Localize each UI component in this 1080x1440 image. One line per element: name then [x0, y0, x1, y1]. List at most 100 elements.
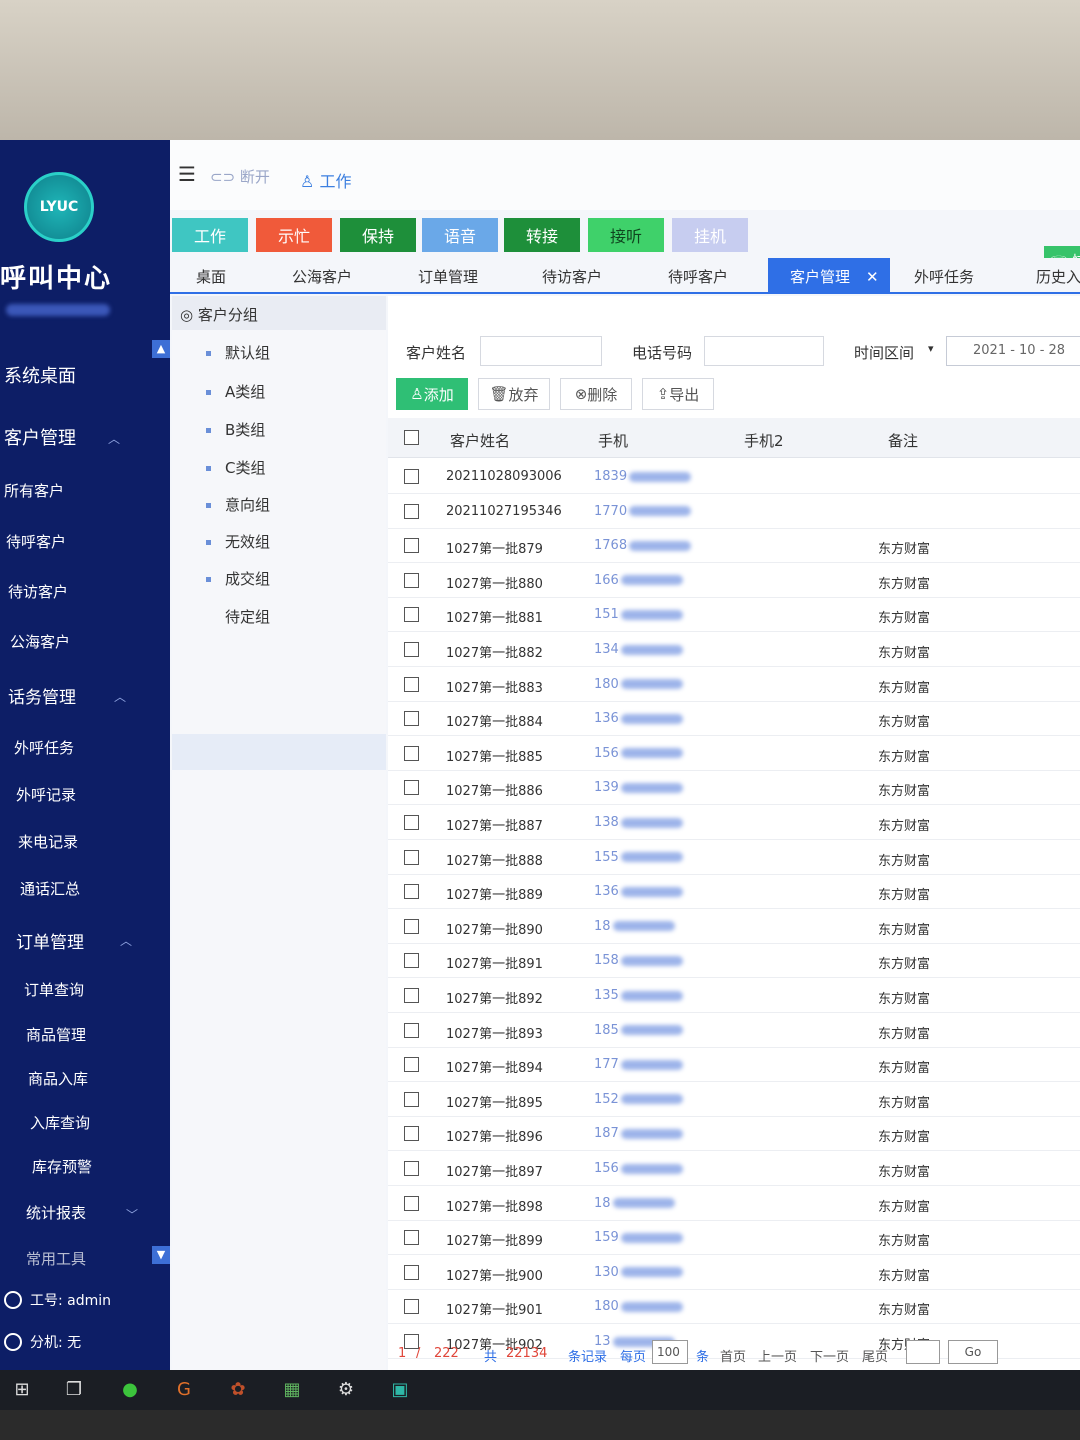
table-row[interactable]: 1027第一批882 134 东方财富 — [388, 633, 1080, 667]
work-status[interactable]: ♙ 工作 — [300, 168, 351, 192]
table-row[interactable]: 1027第一批892 135 东方财富 — [388, 979, 1080, 1013]
sidebar-item-outbound-tasks[interactable]: 外呼任务 — [14, 737, 74, 758]
select-all-checkbox[interactable] — [404, 430, 419, 445]
row-checkbox[interactable] — [404, 469, 419, 484]
next-page-link[interactable]: 下一页 — [810, 1346, 849, 1365]
scroll-down-icon[interactable]: ▼ — [152, 1246, 170, 1264]
sidebar-item-stock-alert[interactable]: 库存预警 — [32, 1156, 92, 1177]
row-checkbox[interactable] — [404, 1299, 419, 1315]
go-button[interactable]: Go — [948, 1340, 998, 1364]
table-row[interactable]: 1027第一批900 130 东方财富 — [388, 1256, 1080, 1290]
sidebar-item-customers[interactable]: 客户管理 — [4, 424, 76, 450]
group-item[interactable]: 意向组 — [206, 494, 270, 515]
status-work-button[interactable]: 工作 — [172, 218, 248, 252]
table-row[interactable]: 1027第一批890 18 东方财富 — [388, 910, 1080, 944]
table-row[interactable]: 1027第一批888 155 东方财富 — [388, 841, 1080, 875]
app-icon[interactable]: ✿ — [226, 1378, 250, 1402]
group-item[interactable]: B类组 — [206, 419, 265, 440]
row-checkbox[interactable] — [404, 1022, 419, 1038]
table-row[interactable]: 1027第一批889 136 东方财富 — [388, 875, 1080, 910]
row-checkbox[interactable] — [404, 815, 419, 830]
disconnect-button[interactable]: ⊂⊃ 断开 — [210, 166, 270, 187]
table-row[interactable]: 1027第一批884 136 东方财富 — [388, 702, 1080, 737]
table-row[interactable]: 1027第一批898 18 东方财富 — [388, 1187, 1080, 1221]
status-busy-button[interactable]: 示忙 — [256, 218, 332, 252]
sidebar-item-call-summary[interactable]: 通话汇总 — [20, 878, 80, 899]
row-checkbox[interactable] — [404, 1091, 419, 1107]
sidebar-item-to-call[interactable]: 待呼客户 — [6, 531, 66, 552]
date-start-input[interactable]: 2021 - 10 - 28 — [946, 336, 1080, 366]
sidebar-item-inbound-records[interactable]: 来电记录 — [18, 831, 78, 852]
menu-toggle-icon[interactable]: ☰ — [178, 162, 196, 186]
sidebar-item-stock-query[interactable]: 入库查询 — [30, 1112, 90, 1133]
row-checkbox[interactable] — [404, 1264, 419, 1280]
row-checkbox[interactable] — [404, 918, 419, 934]
group-item[interactable]: 成交组 — [206, 568, 270, 589]
row-checkbox[interactable] — [404, 572, 419, 588]
sidebar-item-orders[interactable]: 订单管理 — [16, 928, 84, 953]
answer-button[interactable]: 接听 — [588, 218, 664, 252]
chevron-down-icon[interactable]: ▾ — [928, 342, 934, 355]
task-view-icon[interactable]: ❐ — [62, 1378, 86, 1402]
table-row[interactable]: 1027第一批895 152 东方财富 — [388, 1083, 1080, 1117]
table-row[interactable]: 1027第一批899 159 东方财富 — [388, 1221, 1080, 1256]
row-checkbox[interactable] — [404, 503, 419, 519]
table-row[interactable]: 1027第一批885 156 东方财富 — [388, 737, 1080, 771]
lyuc-app-icon[interactable]: ▣ — [388, 1378, 412, 1402]
sidebar-item-product-mgmt[interactable]: 商品管理 — [26, 1024, 86, 1045]
table-row[interactable]: 1027第一批886 139 东方财富 — [388, 771, 1080, 806]
table-row[interactable]: 1027第一批887 138 东方财富 — [388, 806, 1080, 840]
table-row[interactable]: 1027第一批897 156 东方财富 — [388, 1152, 1080, 1186]
table-row[interactable]: 1027第一批901 180 东方财富 — [388, 1290, 1080, 1325]
row-checkbox[interactable] — [404, 1161, 419, 1176]
tab-public-pool[interactable]: 公海客户 — [292, 266, 352, 287]
scroll-up-icon[interactable]: ▲ — [152, 340, 170, 358]
tab-desktop[interactable]: 桌面 — [196, 266, 226, 287]
first-page-link[interactable]: 首页 — [720, 1346, 746, 1365]
row-checkbox[interactable] — [404, 1057, 419, 1073]
sidebar-item-to-visit[interactable]: 待访客户 — [8, 581, 68, 602]
row-checkbox[interactable] — [404, 1195, 419, 1211]
browser-g-icon[interactable]: G — [172, 1378, 196, 1402]
sidebar-item-outbound-records[interactable]: 外呼记录 — [16, 784, 76, 805]
table-row[interactable]: 1027第一批891 158 东方财富 — [388, 944, 1080, 979]
sidebar-item-reports[interactable]: 统计报表 — [26, 1202, 86, 1223]
spreadsheet-icon[interactable]: ▦ — [280, 1378, 304, 1402]
row-checkbox[interactable] — [404, 849, 419, 865]
browser-icon[interactable]: ● — [118, 1378, 142, 1402]
row-checkbox[interactable] — [404, 711, 419, 727]
table-row[interactable]: 1027第一批880 166 东方财富 — [388, 564, 1080, 598]
add-button[interactable]: ♙ 添加 — [396, 378, 468, 410]
sidebar-item-order-query[interactable]: 订单查询 — [24, 979, 84, 1000]
windows-start-icon[interactable]: ⊞ — [10, 1378, 34, 1402]
prev-page-link[interactable]: 上一页 — [758, 1346, 797, 1365]
abandon-button[interactable]: 🗑 放弃 — [478, 378, 550, 410]
sidebar-item-stock-in[interactable]: 商品入库 — [28, 1068, 88, 1089]
table-row[interactable]: 1027第一批894 177 东方财富 — [388, 1048, 1080, 1083]
last-page-link[interactable]: 尾页 — [862, 1346, 888, 1365]
table-row[interactable]: 1027第一批879 1768 东方财富 — [388, 529, 1080, 564]
row-checkbox[interactable] — [404, 780, 419, 796]
row-checkbox[interactable] — [404, 953, 419, 969]
voice-button[interactable]: 语音 — [422, 218, 498, 252]
table-row[interactable]: 1027第一批893 185 东方财富 — [388, 1014, 1080, 1048]
group-item[interactable]: C类组 — [206, 457, 265, 478]
row-checkbox[interactable] — [404, 1230, 419, 1246]
name-filter-input[interactable] — [480, 336, 602, 366]
sidebar-item-tools[interactable]: 常用工具 — [26, 1248, 86, 1269]
transfer-button[interactable]: 转接 — [504, 218, 580, 252]
row-checkbox[interactable] — [404, 745, 419, 761]
row-checkbox[interactable] — [404, 642, 419, 657]
hold-button[interactable]: 保持 — [340, 218, 416, 252]
group-item[interactable]: 默认组 — [206, 342, 270, 363]
settings-gear-icon[interactable]: ⚙ — [334, 1378, 358, 1402]
sidebar-item-desktop[interactable]: 系统桌面 — [4, 362, 76, 388]
tab-orders[interactable]: 订单管理 — [418, 266, 478, 287]
tab-outbound-tasks[interactable]: 外呼任务 — [914, 266, 974, 287]
tab-to-visit[interactable]: 待访客户 — [542, 266, 602, 287]
chevron-up-icon[interactable]: ︿ — [120, 932, 132, 949]
table-row[interactable]: 1027第一批896 187 东方财富 — [388, 1117, 1080, 1152]
close-icon[interactable]: ✕ — [866, 268, 879, 286]
group-item[interactable]: 待定组 — [206, 606, 270, 627]
sidebar-item-public-pool[interactable]: 公海客户 — [10, 631, 70, 652]
